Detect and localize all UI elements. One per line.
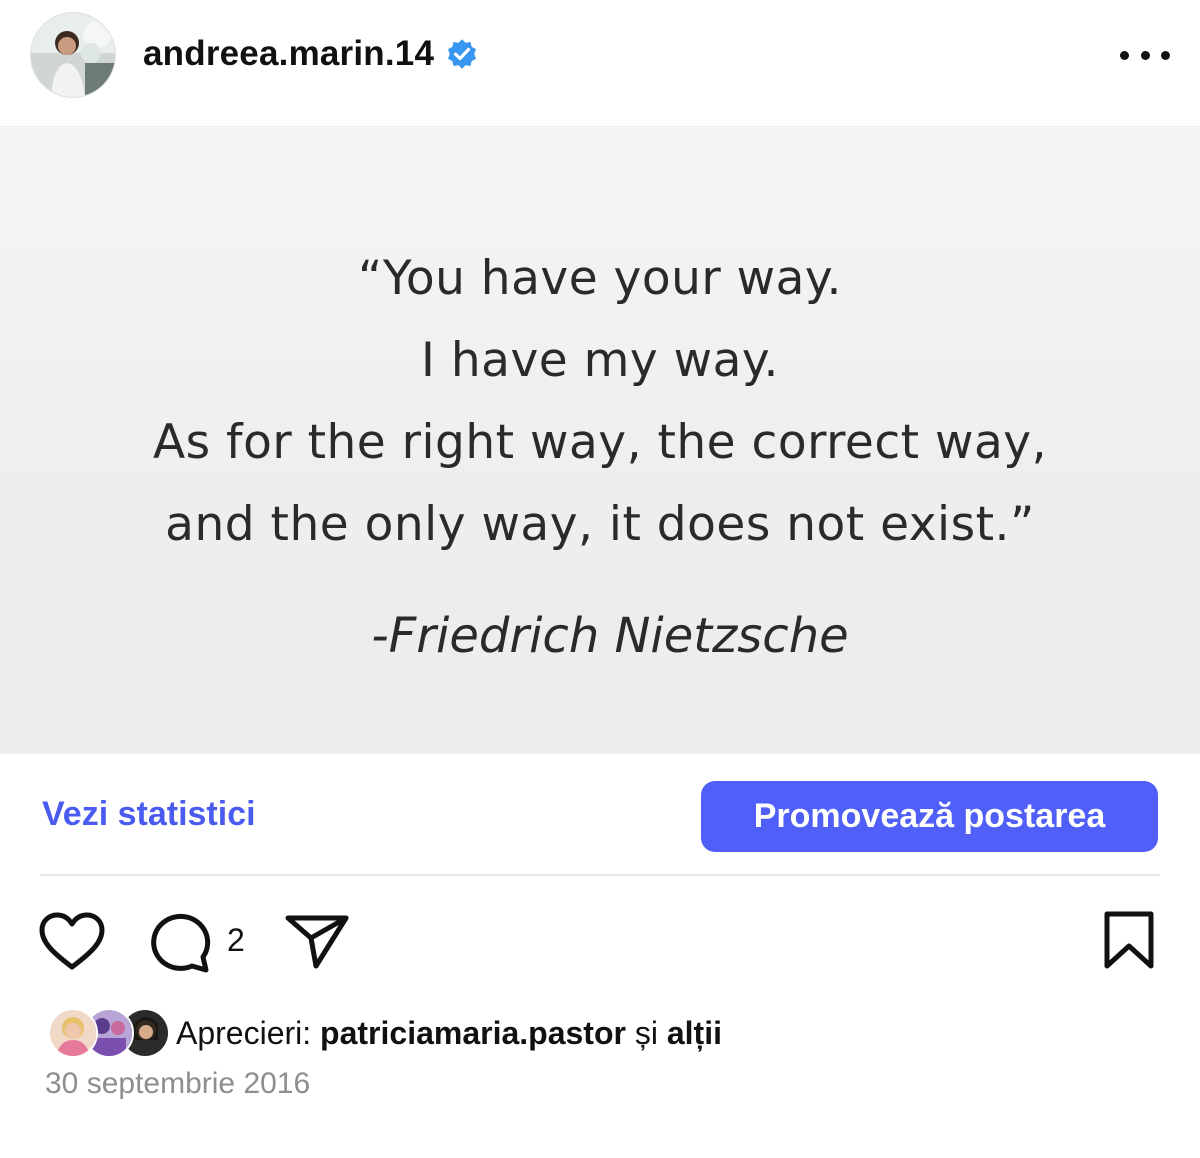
- heart-icon[interactable]: [38, 912, 106, 977]
- post-date: 30 septembrie 2016: [45, 1067, 311, 1100]
- quote-line: I have my way.: [421, 333, 779, 388]
- liker-username[interactable]: patriciamaria.pastor: [320, 1015, 626, 1051]
- likes-text: Aprecieri: patriciamaria.pastor și alții: [176, 1015, 722, 1052]
- profile-avatar[interactable]: [30, 12, 116, 98]
- liker-avatars[interactable]: [48, 1008, 170, 1058]
- post-header: andreea.marin.14: [0, 0, 1200, 127]
- quote-author: -Friedrich Nietzsche: [371, 608, 849, 664]
- likes-row: Aprecieri: patriciamaria.pastor și alții: [48, 1007, 722, 1059]
- quote-text: “You have your way. I have my way. As fo…: [0, 238, 1200, 566]
- likes-others[interactable]: alții: [667, 1015, 722, 1051]
- comment-count: 2: [227, 922, 245, 958]
- liker-avatar: [48, 1008, 98, 1058]
- username[interactable]: andreea.marin.14: [143, 34, 434, 74]
- likes-conjunction: și: [634, 1014, 658, 1051]
- more-horizontal-icon[interactable]: [1120, 40, 1170, 70]
- quote-line: As for the right way, the correct way,: [152, 415, 1048, 470]
- bookmark-icon[interactable]: [1100, 910, 1158, 977]
- comment-icon[interactable]: [148, 912, 214, 979]
- likes-prefix: Aprecieri:: [176, 1014, 312, 1051]
- promote-post-button[interactable]: Promovează postarea: [701, 781, 1158, 852]
- avatar-image: [31, 13, 115, 97]
- divider: [40, 874, 1160, 876]
- username-row: andreea.marin.14: [143, 28, 480, 80]
- view-insights-link[interactable]: Vezi statistici: [42, 795, 256, 834]
- quote-line: “You have your way.: [358, 251, 842, 306]
- send-icon[interactable]: [284, 912, 350, 975]
- quote-line: and the only way, it does not exist.”: [165, 497, 1035, 552]
- verified-badge-icon: [444, 36, 480, 72]
